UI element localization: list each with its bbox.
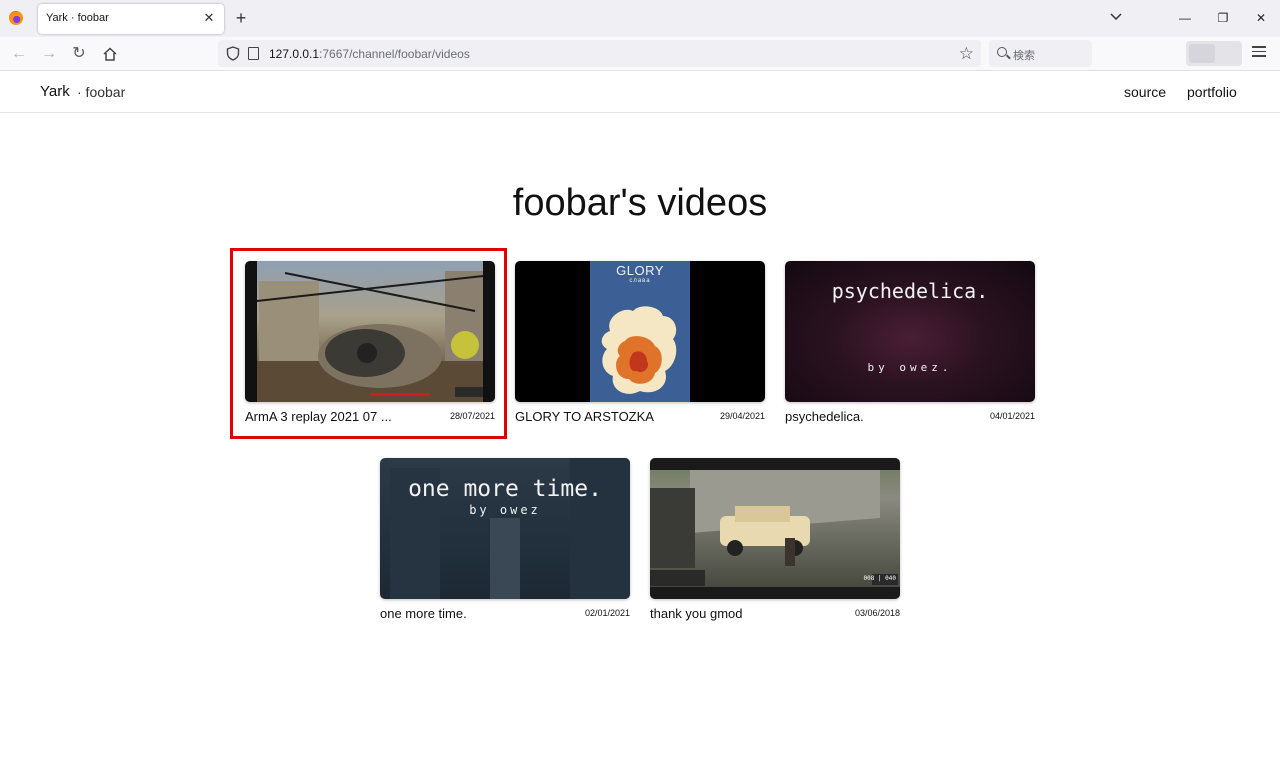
- close-tab-icon[interactable]: ✕: [200, 9, 218, 27]
- restore-button[interactable]: ❐: [1208, 6, 1238, 30]
- video-card[interactable]: 008 | 040 thank you gmod 03/06/2018: [650, 458, 900, 630]
- video-title[interactable]: one more time.: [380, 606, 467, 621]
- home-icon[interactable]: [101, 45, 119, 63]
- helicopter-thumbnail-art: [245, 261, 495, 402]
- search-placeholder: 検索: [1013, 50, 1035, 62]
- bookmark-star-icon[interactable]: ☆: [959, 44, 974, 64]
- tracking-protection-shield-icon[interactable]: [226, 46, 240, 61]
- thumbnail-subtitle: by owez.: [867, 361, 953, 374]
- video-card[interactable]: ArmA 3 replay 2021 07 ... 28/07/2021: [245, 261, 495, 433]
- search-input[interactable]: 検索: [989, 40, 1092, 67]
- url-path: :7667/channel/foobar/videos: [319, 47, 470, 61]
- brand-logo-text[interactable]: Yark: [40, 83, 70, 100]
- back-arrow-icon[interactable]: ←: [10, 45, 28, 63]
- extensions-area[interactable]: [1186, 41, 1242, 66]
- video-date: 04/01/2021: [989, 411, 1035, 421]
- list-all-tabs-icon[interactable]: [1108, 9, 1124, 25]
- thumbnail-title: one more time.: [408, 476, 602, 502]
- video-thumbnail[interactable]: [245, 261, 495, 402]
- video-date: 02/01/2021: [584, 608, 630, 618]
- minimize-button[interactable]: —: [1170, 6, 1200, 30]
- page-title: foobar's videos: [512, 182, 768, 224]
- new-tab-button[interactable]: +: [232, 8, 250, 28]
- video-date: 03/06/2018: [854, 608, 900, 618]
- video-title[interactable]: thank you gmod: [650, 606, 743, 621]
- search-icon: [997, 47, 1007, 57]
- video-title[interactable]: ArmA 3 replay 2021 07 ...: [245, 409, 392, 424]
- video-date: 28/07/2021: [449, 411, 495, 421]
- tab-title: Yark · foobar: [46, 12, 109, 24]
- thumbnail-badge: 008 | 040: [863, 575, 896, 582]
- reload-icon[interactable]: ↻: [70, 45, 88, 63]
- browser-tab-strip: Yark · foobar ✕ + — ❐ ✕: [0, 0, 1280, 37]
- video-thumbnail[interactable]: one more time. by owez: [380, 458, 630, 599]
- video-thumbnail[interactable]: 008 | 040: [650, 458, 900, 599]
- forward-arrow-icon[interactable]: →: [40, 45, 58, 63]
- portfolio-link[interactable]: portfolio: [1187, 84, 1237, 100]
- url-text[interactable]: 127.0.0.1:7667/channel/foobar/videos: [269, 47, 470, 61]
- hamburger-menu-icon[interactable]: [1252, 46, 1266, 60]
- browser-toolbar: ← → ↻ 127.0.0.1:7667/channel/foobar/vide…: [0, 37, 1280, 71]
- thumbnail-title: psychedelica.: [831, 279, 989, 303]
- video-card[interactable]: GLORY слава GLORY TO ARSTOZKA 29/04/2021: [515, 261, 765, 433]
- page-info-icon[interactable]: [248, 47, 259, 60]
- url-host: 127.0.0.1: [269, 47, 320, 61]
- thumbnail-subtitle: слава: [629, 278, 651, 284]
- thumbnail-title: GLORY: [616, 263, 664, 278]
- site-header: Yark · foobar source portfolio: [0, 71, 1280, 113]
- video-title[interactable]: psychedelica.: [785, 409, 864, 424]
- video-thumbnail[interactable]: GLORY слава: [515, 261, 765, 402]
- video-thumbnail[interactable]: psychedelica. by owez.: [785, 261, 1035, 402]
- video-card[interactable]: psychedelica. by owez. psychedelica. 04/…: [785, 261, 1035, 433]
- video-title[interactable]: GLORY TO ARSTOZKA: [515, 409, 654, 424]
- video-card[interactable]: one more time. by owez one more time. 02…: [380, 458, 630, 630]
- browser-tab[interactable]: Yark · foobar ✕: [38, 4, 224, 34]
- thumbnail-subtitle: by owez: [469, 503, 541, 517]
- channel-name[interactable]: · foobar: [77, 84, 125, 100]
- window-close-button[interactable]: ✕: [1246, 6, 1276, 30]
- firefox-icon[interactable]: [9, 11, 23, 25]
- source-link[interactable]: source: [1124, 84, 1166, 100]
- video-date: 29/04/2021: [719, 411, 765, 421]
- address-bar[interactable]: 127.0.0.1:7667/channel/foobar/videos ☆: [218, 40, 981, 67]
